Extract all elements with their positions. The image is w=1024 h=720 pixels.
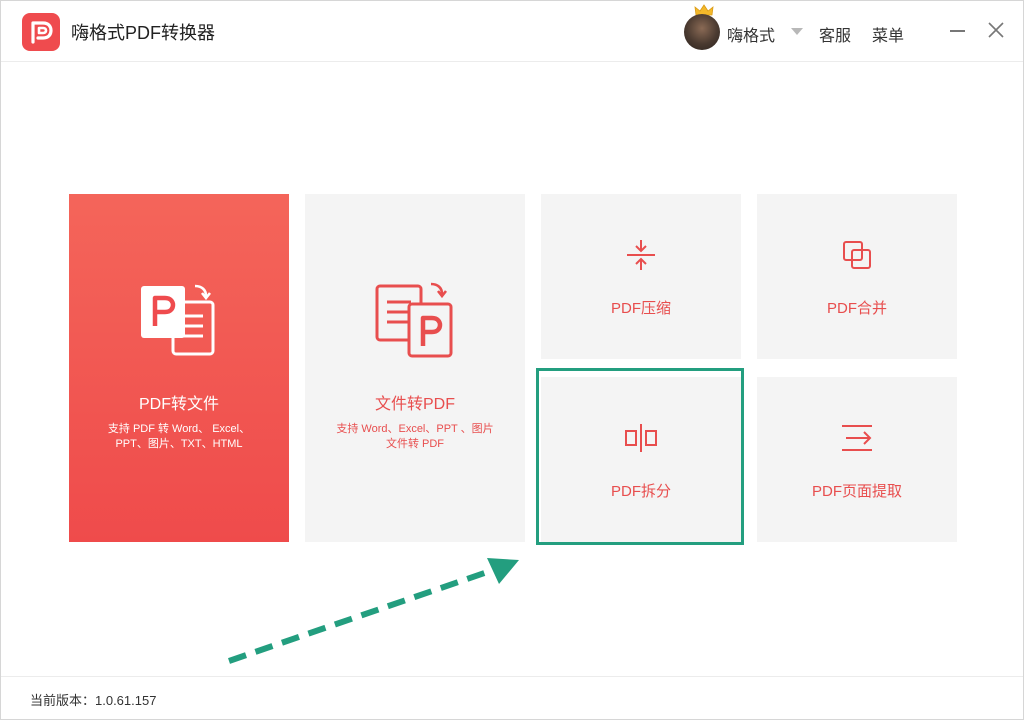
pdf-to-file-card[interactable]: PDF转文件 支持 PDF 转 Word、 Excel、PPT、图片、TXT、H… [69,194,289,542]
pdf-split-card[interactable]: PDF拆分 [541,377,741,542]
username-label[interactable]: 嗨格式 [727,22,775,46]
chevron-down-icon[interactable] [791,28,803,35]
pdf-compress-card[interactable]: PDF压缩 [541,194,741,359]
user-avatar[interactable] [684,14,720,50]
file-to-pdf-desc: 支持 Word、Excel、PPT 、图片文件转 PDF [336,423,494,450]
compress-icon [627,240,655,270]
split-icon [625,424,657,452]
pdf-to-file-icon [141,284,215,356]
pdf-extract-card[interactable]: PDF页面提取 [757,377,957,542]
pdf-compress-label: PDF压缩 [610,300,671,317]
version-label: 当前版本：1.0.61.157 [30,693,157,708]
annotation-arrow-icon [228,558,519,664]
extract-icon [842,425,872,451]
title-bar: 嗨格式PDF转换器 嗨格式 客服 菜单 [1,1,1023,62]
pdf-to-file-desc: 支持 PDF 转 Word、 Excel、PPT、图片、TXT、HTML [107,423,251,450]
app-window: 嗨格式PDF转换器 嗨格式 客服 菜单 PDF转文件 支持 PDF 转 Word… [0,0,1024,720]
footer: 当前版本：1.0.61.157 [1,676,1023,720]
menu-button[interactable]: 菜单 [872,22,904,46]
file-to-pdf-title: 文件转PDF [374,396,455,413]
pdf-to-file-title: PDF转文件 [138,396,219,413]
file-to-pdf-icon [375,282,453,358]
app-logo-icon [22,13,60,51]
pdf-split-label: PDF拆分 [610,483,671,500]
minimize-icon[interactable] [947,19,969,41]
close-icon[interactable] [985,19,1007,41]
pdf-extract-label: PDF页面提取 [811,483,902,500]
app-title: 嗨格式PDF转换器 [71,23,215,43]
pdf-merge-label: PDF合并 [826,300,887,317]
pdf-merge-card[interactable]: PDF合并 [757,194,957,359]
file-to-pdf-card[interactable]: 文件转PDF 支持 Word、Excel、PPT 、图片文件转 PDF [305,194,525,542]
customer-service-button[interactable]: 客服 [819,22,851,46]
merge-icon [843,241,871,269]
